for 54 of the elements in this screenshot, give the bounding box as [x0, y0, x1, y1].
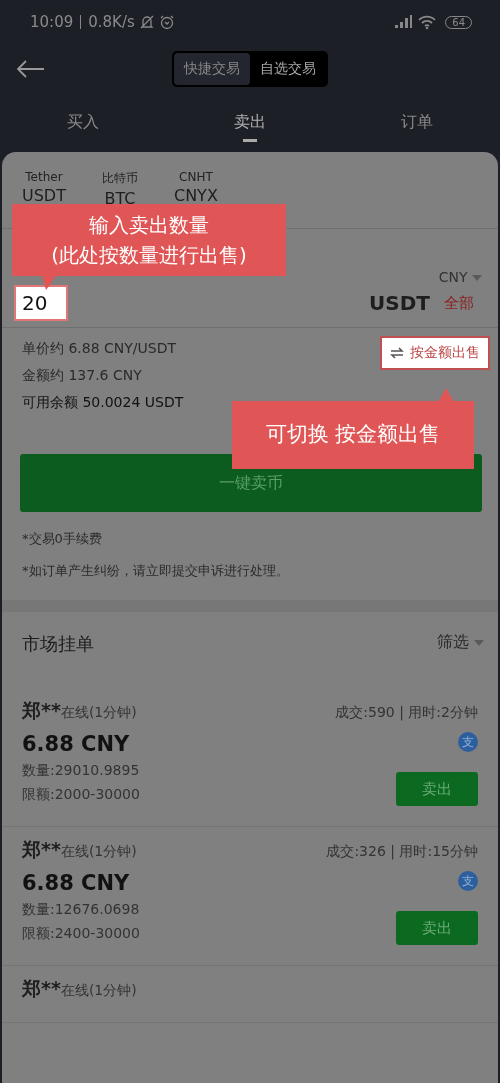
coin-symbol[interactable]: USDT — [22, 186, 66, 205]
note-text: *交易0手续费 — [22, 530, 103, 548]
status-time: 10:09 — [30, 13, 74, 31]
caret-icon — [472, 275, 482, 281]
amount-field[interactable]: 20 — [14, 285, 68, 321]
sell-button[interactable]: 卖出 — [396, 772, 478, 806]
bell-off-icon — [138, 14, 155, 30]
price-text: 6.88 CNY — [22, 732, 131, 756]
online-status: 在线(1分钟) — [60, 982, 137, 1000]
network-speed: 0.8K/s — [88, 13, 135, 31]
caret-icon — [474, 639, 484, 646]
online-status: 在线(1分钟) — [60, 843, 137, 861]
seller-name: 郑** — [22, 837, 61, 862]
callout-text: 可切换 按金额出售 — [265, 421, 441, 449]
signal-icon — [393, 14, 414, 30]
all-link[interactable]: 全部 — [444, 293, 474, 313]
seller-name: 郑** — [22, 976, 61, 1001]
online-status: 在线(1分钟) — [60, 704, 137, 722]
switch-mode-button[interactable]: 按金额出售 — [380, 336, 490, 370]
tab[interactable]: 卖出 — [166, 94, 334, 150]
wifi-icon — [417, 14, 438, 30]
limit-text: 限额:2400-30000 — [22, 925, 140, 943]
quantity-text: 数量:29010.9895 — [22, 762, 140, 780]
seller-name: 郑** — [22, 698, 61, 723]
trade-stats: 成交:590 | 用时:2分钟 — [335, 704, 478, 722]
total-text: 金额约 137.6 CNY — [22, 367, 143, 385]
coin-symbol[interactable]: BTC — [104, 189, 136, 208]
mode-tab[interactable]: 快捷交易 — [174, 53, 250, 85]
trade-stats: 成交:326 | 用时:15分钟 — [326, 843, 478, 861]
coin-name: 比特币 — [101, 170, 138, 187]
payment-badge: 支 — [458, 732, 478, 752]
alarm-icon — [158, 14, 175, 30]
note-text: *如订单产生纠纷，请立即提交申诉进行处理。 — [22, 562, 290, 580]
coin-name: Tether — [25, 170, 63, 184]
coin-symbol[interactable]: CNYX — [173, 186, 218, 205]
quantity-text: 数量:12676.0698 — [22, 901, 140, 919]
currency-selector[interactable]: CNY — [438, 269, 482, 285]
callout-text: 输入卖出数量 — [89, 212, 209, 239]
swap-icon — [390, 347, 404, 359]
coin-name: CNHT — [179, 170, 213, 184]
limit-text: 限额:2000-30000 — [22, 786, 140, 804]
callout-text: (此处按数量进行出售) — [51, 242, 247, 269]
filter-dropdown[interactable]: 筛选 — [436, 632, 484, 688]
section-title: 市场挂单 — [22, 632, 94, 656]
payment-badge: 支 — [458, 871, 478, 891]
back-arrow-icon[interactable] — [16, 59, 46, 79]
balance-text: 可用余额 50.0024 USDT — [22, 394, 184, 412]
unit-label: USDT — [369, 291, 430, 315]
price-text: 6.88 CNY — [22, 871, 131, 895]
sell-button[interactable]: 卖出 — [396, 911, 478, 945]
mode-tab[interactable]: 自选交易 — [250, 53, 326, 85]
tab[interactable]: 订单 — [333, 94, 500, 150]
tab[interactable]: 买入 — [0, 94, 167, 150]
unit-price-text: 单价约 6.88 CNY/USDT — [22, 340, 178, 358]
